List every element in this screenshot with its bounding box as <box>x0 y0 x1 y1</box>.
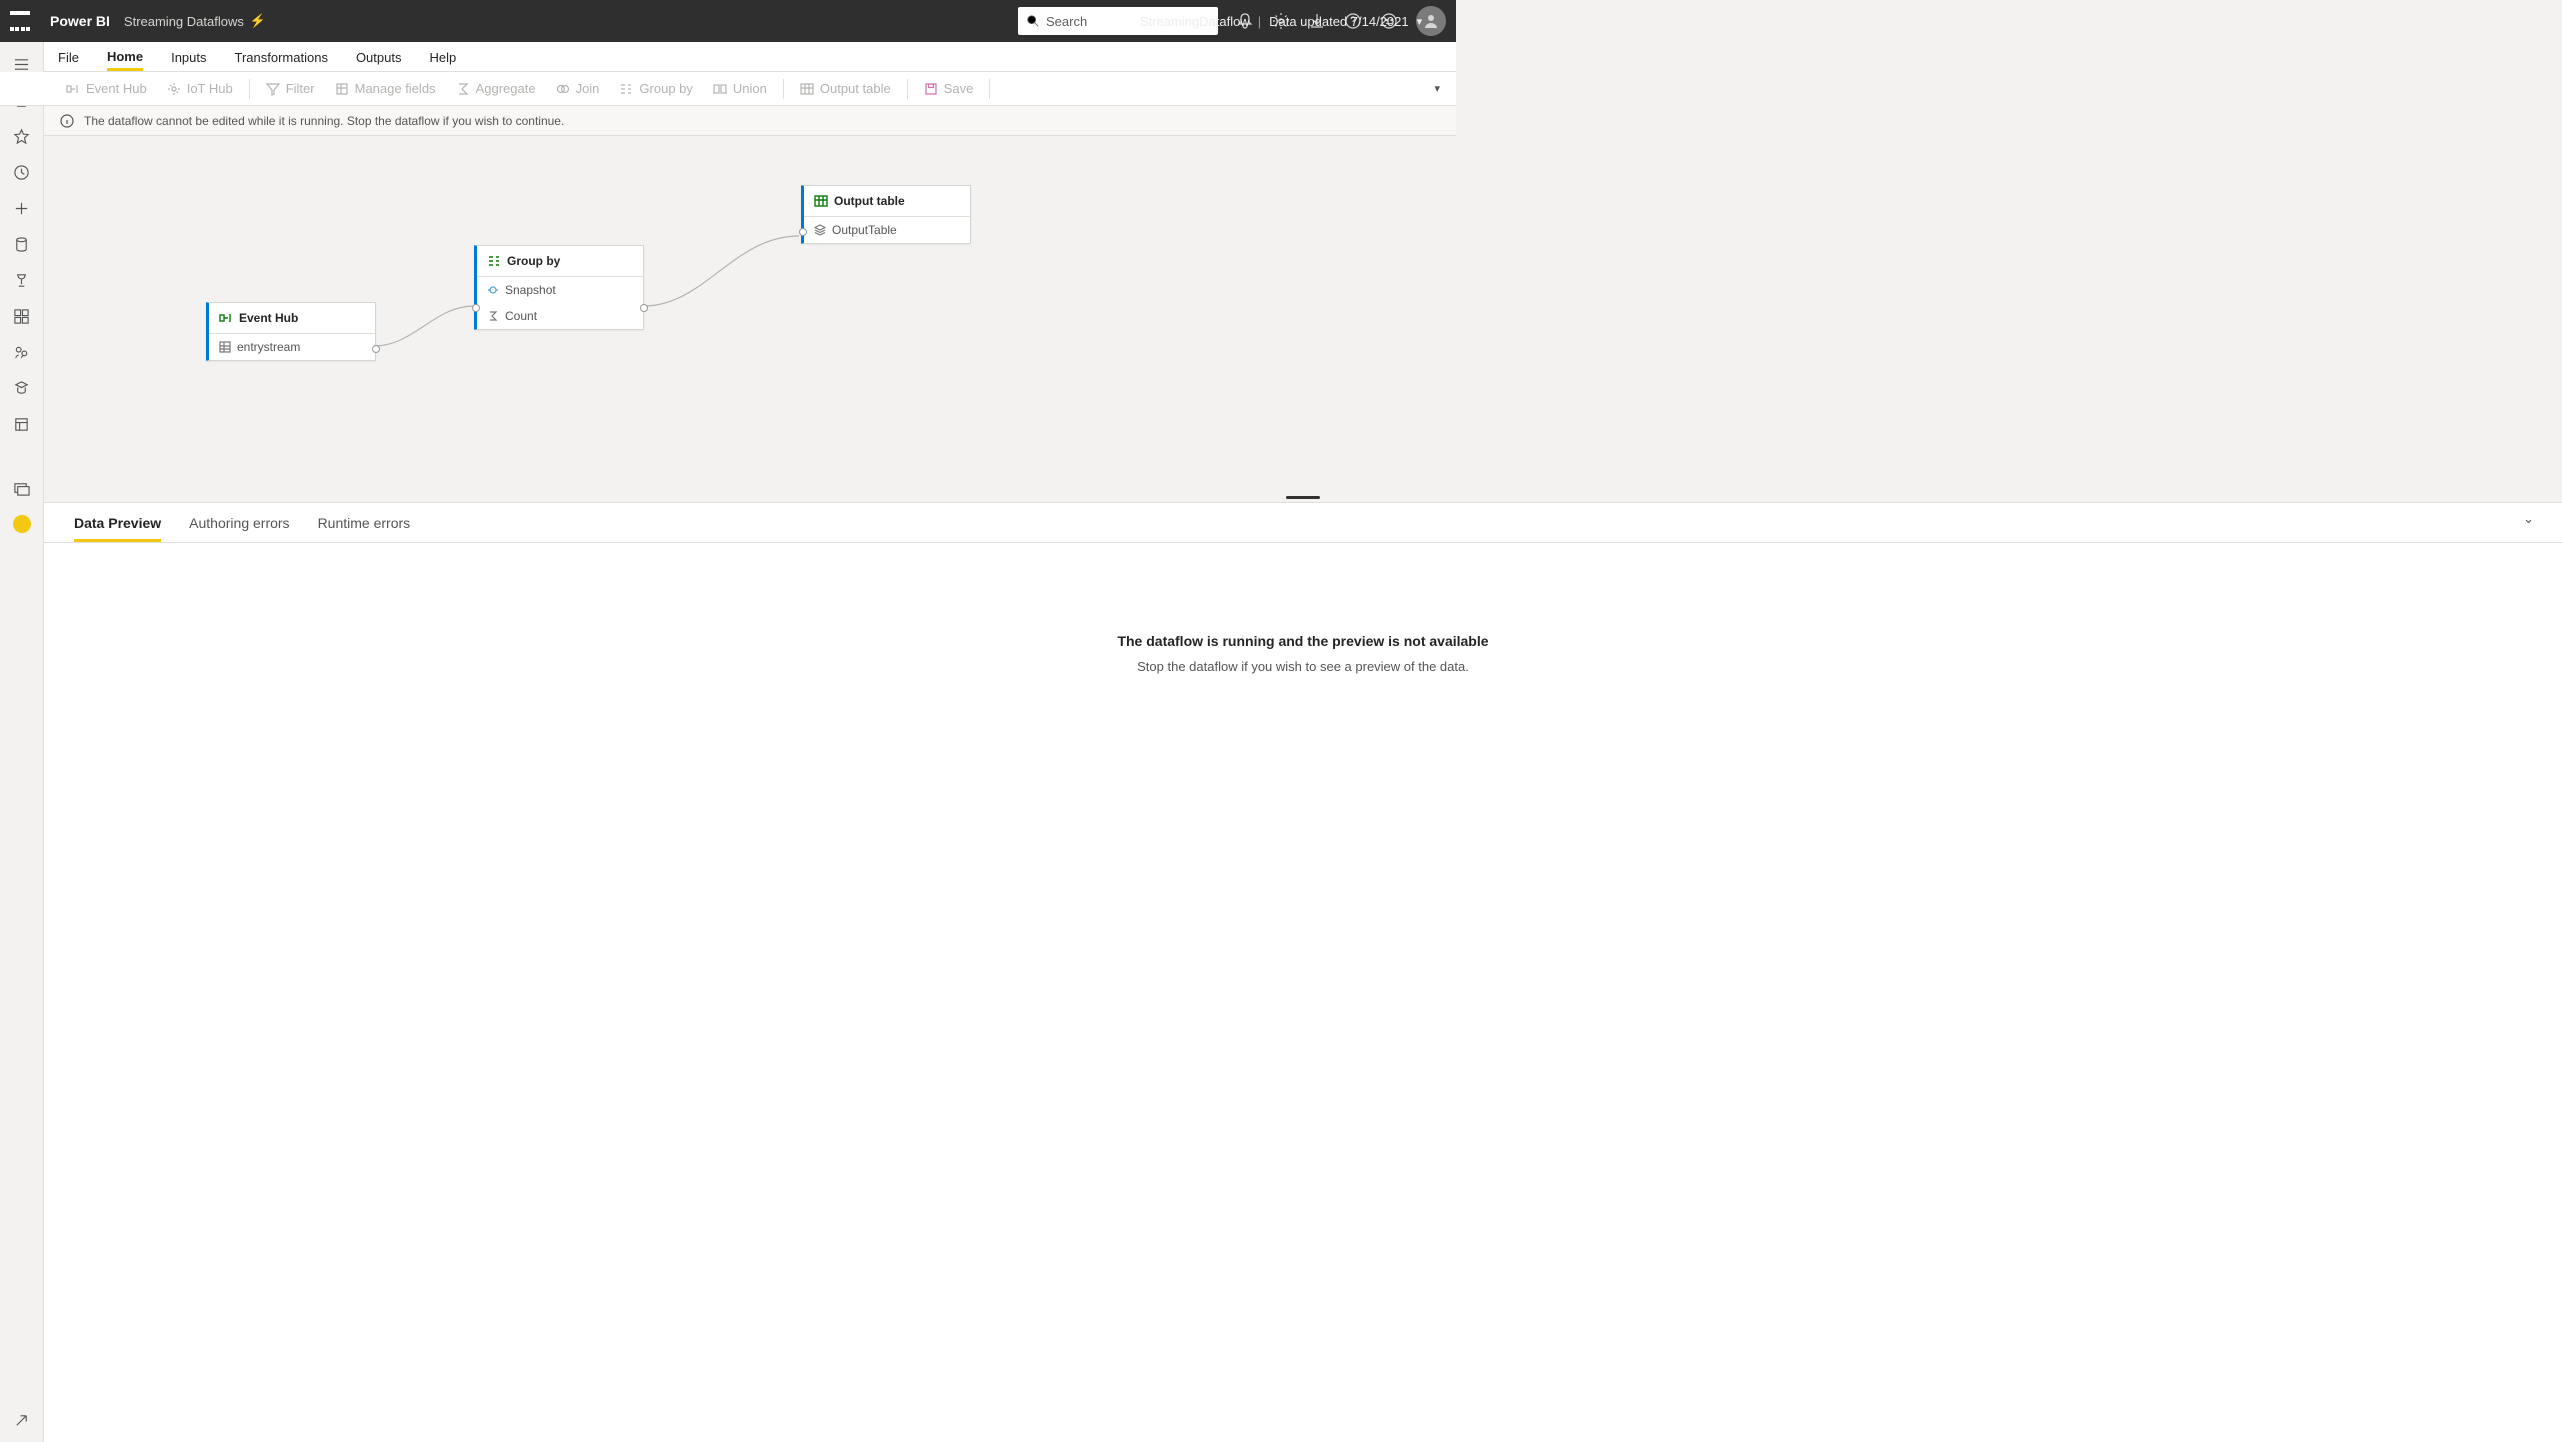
ribbon-save: Save <box>916 81 982 96</box>
goals-icon[interactable] <box>6 264 38 296</box>
port-in[interactable] <box>472 304 480 312</box>
bolt-icon: ⚡ <box>250 13 266 29</box>
node-event-hub[interactable]: Event Hub entrystream <box>206 302 376 361</box>
workspace-badge[interactable] <box>6 508 38 540</box>
learn-icon[interactable] <box>6 372 38 404</box>
connector-2 <box>644 228 804 318</box>
app-launcher-icon[interactable] <box>10 11 30 31</box>
dataflow-name: StreamingDataflow <box>1140 14 1250 29</box>
recent-icon[interactable] <box>6 156 38 188</box>
table-icon <box>219 341 231 353</box>
tab-file[interactable]: File <box>58 44 79 69</box>
port-in[interactable] <box>799 228 807 236</box>
node-row-label: OutputTable <box>832 223 897 237</box>
ribbon-filter: Filter <box>258 81 323 96</box>
node-title: Group by <box>507 254 560 268</box>
connector-1 <box>374 296 484 356</box>
empty-state: The dataflow is running and the preview … <box>44 543 2562 763</box>
tab-transformations[interactable]: Transformations <box>235 44 328 69</box>
node-group-by[interactable]: Group by Snapshot Count <box>474 245 644 330</box>
group-by-icon <box>487 254 501 268</box>
tab-outputs[interactable]: Outputs <box>356 44 402 69</box>
bottom-tabs: Data Preview Authoring errors Runtime er… <box>44 503 2562 543</box>
info-text: The dataflow cannot be edited while it i… <box>84 114 564 128</box>
ribbon-group-by: Group by <box>611 81 700 96</box>
tab-authoring-errors[interactable]: Authoring errors <box>189 511 289 542</box>
tab-data-preview[interactable]: Data Preview <box>74 511 161 542</box>
port-out[interactable] <box>640 304 648 312</box>
empty-subtitle: Stop the dataflow if you wish to see a p… <box>1137 659 1469 674</box>
search-icon <box>1026 14 1040 28</box>
node-title: Event Hub <box>239 311 298 325</box>
menu-bar: File Home Inputs Transformations Outputs… <box>0 42 1456 72</box>
tab-inputs[interactable]: Inputs <box>171 44 206 69</box>
ribbon-event-hub: Event Hub <box>58 81 155 96</box>
snapshot-icon <box>487 284 499 296</box>
search-placeholder: Search <box>1046 14 1087 29</box>
layer-icon <box>814 224 826 236</box>
datasets-icon[interactable] <box>6 228 38 260</box>
ribbon-iot-hub: IoT Hub <box>159 81 241 96</box>
shared-icon[interactable] <box>6 336 38 368</box>
node-row-label: entrystream <box>237 340 300 354</box>
page-subtitle: Streaming Dataflows <box>124 14 244 29</box>
tab-help[interactable]: Help <box>429 44 456 69</box>
info-icon <box>60 114 74 128</box>
ribbon: Event Hub IoT Hub Filter Manage fields A… <box>0 72 1456 106</box>
chevron-down-icon[interactable]: ▾ <box>1417 15 1423 28</box>
create-icon[interactable] <box>6 192 38 224</box>
empty-title: The dataflow is running and the preview … <box>1117 633 1488 649</box>
ribbon-manage-fields: Manage fields <box>327 81 444 96</box>
node-row-label: Count <box>505 309 537 323</box>
tab-runtime-errors[interactable]: Runtime errors <box>318 511 411 542</box>
ribbon-output-table: Output table <box>792 81 899 96</box>
tab-home[interactable]: Home <box>107 43 143 71</box>
ribbon-aggregate: Aggregate <box>448 81 544 96</box>
port-out[interactable] <box>372 345 380 353</box>
expand-icon[interactable] <box>6 1404 38 1436</box>
canvas[interactable]: Event Hub entrystream Group by Snapshot … <box>44 136 2562 496</box>
topbar: Power BI Streaming Dataflows ⚡ Streaming… <box>0 0 1456 42</box>
data-updated-label: Data updated 7/14/2021 <box>1269 14 1409 29</box>
info-strip: The dataflow cannot be edited while it i… <box>0 106 1456 136</box>
my-workspace-icon[interactable] <box>6 472 38 504</box>
separator: | <box>1258 14 1261 29</box>
left-rail <box>0 42 44 1442</box>
workspaces-icon[interactable] <box>6 408 38 440</box>
favorites-icon[interactable] <box>6 120 38 152</box>
ribbon-join: Join <box>548 81 608 96</box>
event-hub-icon <box>219 311 233 325</box>
node-title: Output table <box>834 194 905 208</box>
ribbon-union: Union <box>705 81 775 96</box>
center-title[interactable]: StreamingDataflow | Data updated 7/14/20… <box>1140 14 1422 29</box>
bottom-panel: Data Preview Authoring errors Runtime er… <box>44 502 2562 1442</box>
node-output-table[interactable]: Output table OutputTable <box>801 185 971 244</box>
output-table-icon <box>814 194 828 208</box>
collapse-panel-icon[interactable]: ⌄ <box>2523 511 2534 527</box>
brand: Power BI <box>50 13 110 29</box>
sigma-icon <box>487 310 499 322</box>
apps-icon[interactable] <box>6 300 38 332</box>
ribbon-expand-icon[interactable]: ▾ <box>1434 82 1440 95</box>
node-row-label: Snapshot <box>505 283 556 297</box>
